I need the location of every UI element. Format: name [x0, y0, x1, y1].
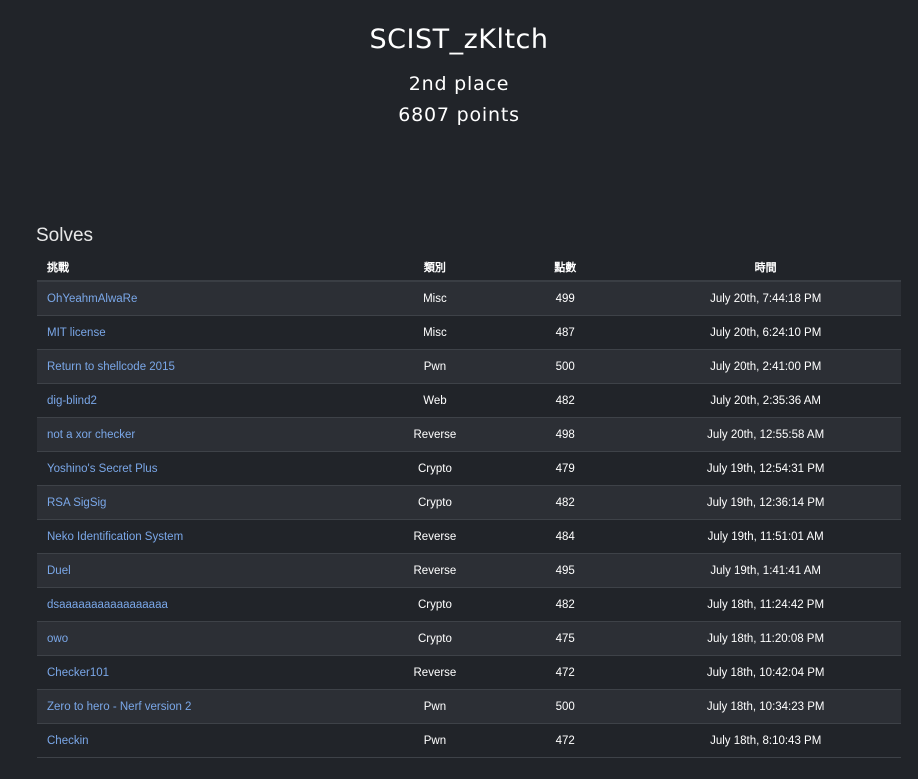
category-cell: Reverse — [369, 655, 501, 690]
header-value: 點數 — [500, 254, 631, 282]
time-cell: July 20th, 2:41:00 PM — [630, 349, 901, 384]
solves-header-row: 挑戰 類別 點數 時間 — [37, 254, 901, 282]
table-row: owo Crypto 475 July 18th, 11:20:08 PM — [37, 621, 901, 656]
table-row: Yoshino's Secret Plus Crypto 479 July 19… — [37, 451, 901, 486]
value-cell: 499 — [500, 281, 631, 316]
challenge-link[interactable]: Zero to hero - Nerf version 2 — [47, 701, 191, 713]
time-cell: July 20th, 7:44:18 PM — [630, 281, 901, 316]
challenge-link[interactable]: Duel — [47, 565, 71, 577]
team-points: 6807 points — [398, 104, 520, 126]
value-cell: 482 — [500, 485, 631, 520]
solves-table: 挑戰 類別 點數 時間 OhYeahmAlwaRe Misc 499 July … — [37, 254, 901, 758]
table-row: Zero to hero - Nerf version 2 Pwn 500 Ju… — [37, 689, 901, 724]
challenge-link[interactable]: Yoshino's Secret Plus — [47, 463, 157, 475]
value-cell: 472 — [500, 655, 631, 690]
category-cell: Misc — [369, 281, 501, 316]
challenge-link[interactable]: Checkin — [47, 735, 89, 747]
challenge-link[interactable]: Checker101 — [47, 667, 109, 679]
time-cell: July 18th, 11:24:42 PM — [630, 587, 901, 622]
challenge-link[interactable]: not a xor checker — [47, 429, 135, 441]
category-cell: Crypto — [369, 485, 501, 520]
category-cell: Crypto — [369, 451, 501, 486]
solves-title: Solves — [36, 225, 94, 246]
value-cell: 482 — [500, 383, 631, 418]
time-cell: July 19th, 1:41:41 AM — [630, 553, 901, 588]
table-row: RSA SigSig Crypto 482 July 19th, 12:36:1… — [37, 485, 901, 520]
value-cell: 472 — [500, 723, 631, 758]
category-cell: Pwn — [369, 689, 501, 724]
challenge-link[interactable]: Neko Identification System — [47, 531, 183, 543]
table-row: Neko Identification System Reverse 484 J… — [37, 519, 901, 554]
category-cell: Crypto — [369, 621, 501, 656]
category-cell: Pwn — [369, 349, 501, 384]
table-row: not a xor checker Reverse 498 July 20th,… — [37, 417, 901, 452]
category-cell: Reverse — [369, 417, 501, 452]
table-row: Return to shellcode 2015 Pwn 500 July 20… — [37, 349, 901, 384]
value-cell: 500 — [500, 349, 631, 384]
time-cell: July 18th, 10:34:23 PM — [630, 689, 901, 724]
value-cell: 498 — [500, 417, 631, 452]
time-cell: July 18th, 11:20:08 PM — [630, 621, 901, 656]
challenge-link[interactable]: dsaaaaaaaaaaaaaaaaa — [47, 599, 168, 611]
team-name: SCIST_zKltch — [369, 24, 549, 55]
time-cell: July 19th, 11:51:01 AM — [630, 519, 901, 554]
value-cell: 500 — [500, 689, 631, 724]
value-cell: 482 — [500, 587, 631, 622]
time-cell: July 20th, 2:35:36 AM — [630, 383, 901, 418]
time-cell: July 19th, 12:54:31 PM — [630, 451, 901, 486]
time-cell: July 20th, 6:24:10 PM — [630, 315, 901, 350]
table-row: MIT license Misc 487 July 20th, 6:24:10 … — [37, 315, 901, 350]
table-row: Checker101 Reverse 472 July 18th, 10:42:… — [37, 655, 901, 690]
time-cell: July 18th, 8:10:43 PM — [630, 723, 901, 758]
challenge-link[interactable]: RSA SigSig — [47, 497, 106, 509]
value-cell: 495 — [500, 553, 631, 588]
time-cell: July 20th, 12:55:58 AM — [630, 417, 901, 452]
time-cell: July 18th, 10:42:04 PM — [630, 655, 901, 690]
challenge-link[interactable]: OhYeahmAlwaRe — [47, 293, 137, 305]
header-category: 類別 — [369, 254, 501, 282]
category-cell: Reverse — [369, 519, 501, 554]
header-challenge: 挑戰 — [37, 254, 370, 282]
table-row: OhYeahmAlwaRe Misc 499 July 20th, 7:44:1… — [37, 281, 901, 316]
table-row: dsaaaaaaaaaaaaaaaaa Crypto 482 July 18th… — [37, 587, 901, 622]
value-cell: 479 — [500, 451, 631, 486]
table-row: Duel Reverse 495 July 19th, 1:41:41 AM — [37, 553, 901, 588]
value-cell: 475 — [500, 621, 631, 656]
category-cell: Misc — [369, 315, 501, 350]
challenge-link[interactable]: Return to shellcode 2015 — [47, 361, 175, 373]
value-cell: 484 — [500, 519, 631, 554]
value-cell: 487 — [500, 315, 631, 350]
category-cell: Crypto — [369, 587, 501, 622]
challenge-link[interactable]: MIT license — [47, 327, 106, 339]
table-row: Checkin Pwn 472 July 18th, 8:10:43 PM — [37, 723, 901, 758]
table-row: dig-blind2 Web 482 July 20th, 2:35:36 AM — [37, 383, 901, 418]
category-cell: Pwn — [369, 723, 501, 758]
challenge-link[interactable]: owo — [47, 633, 68, 645]
category-cell: Web — [369, 383, 501, 418]
team-place: 2nd place — [408, 73, 510, 95]
header-time: 時間 — [630, 254, 901, 282]
category-cell: Reverse — [369, 553, 501, 588]
time-cell: July 19th, 12:36:14 PM — [630, 485, 901, 520]
challenge-link[interactable]: dig-blind2 — [47, 395, 97, 407]
